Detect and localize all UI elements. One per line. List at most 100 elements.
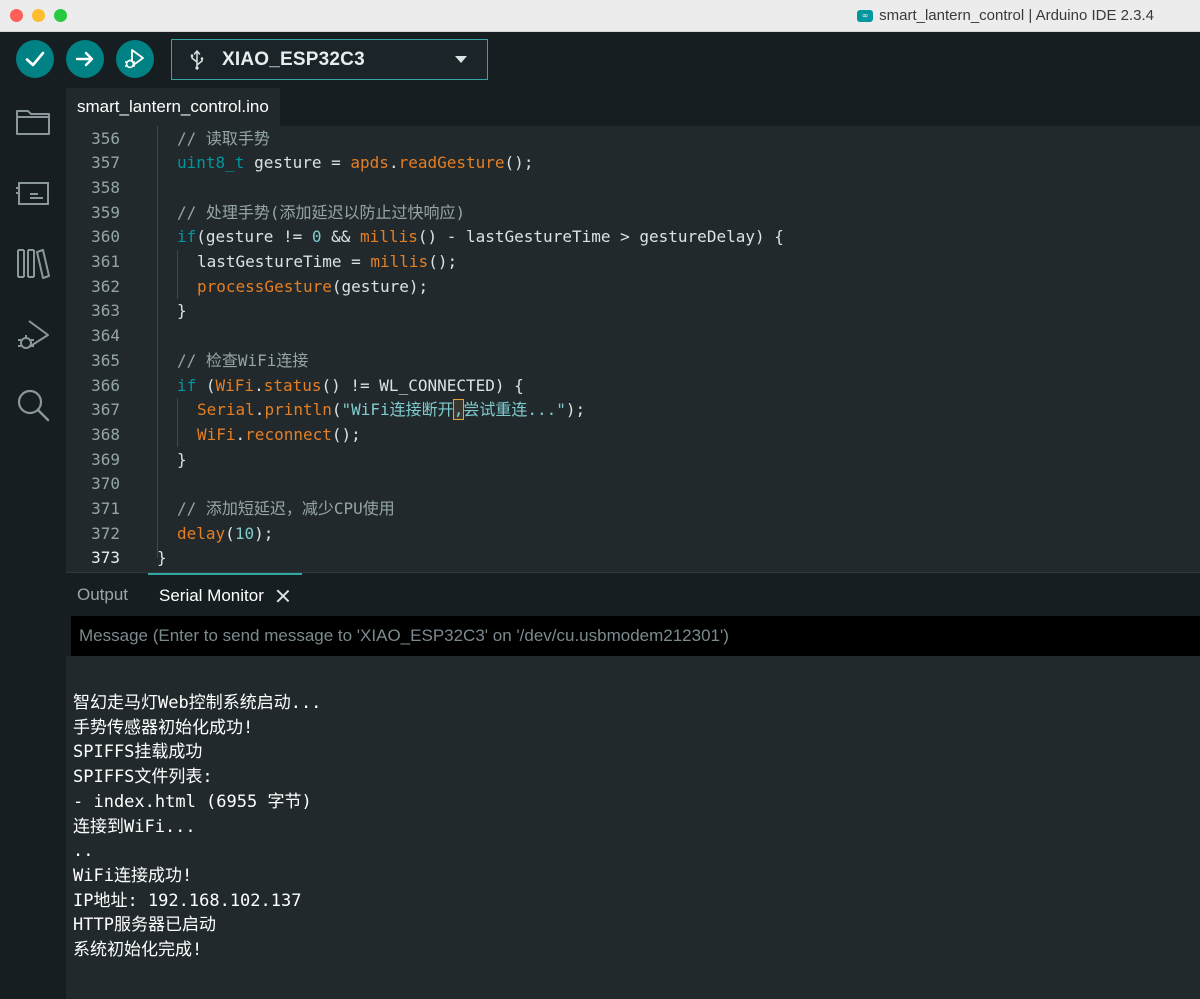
code-token: (); (504, 153, 534, 173)
code-line: 364 (66, 324, 1200, 349)
editor-tab-bar: smart_lantern_control.ino (66, 88, 1200, 126)
code-token: "WiFi连接断开 (341, 400, 454, 420)
code-token: && (321, 227, 361, 247)
code-text: } (157, 546, 167, 571)
code-token: . (235, 424, 246, 444)
code-line: 368 WiFi.reconnect(); (66, 423, 1200, 448)
code-token: readGesture (398, 153, 505, 173)
code-token: } (157, 548, 167, 568)
code-token: (gesture); (331, 276, 429, 296)
code-line: 370 (66, 472, 1200, 497)
serial-line: HTTP服务器已启动 (73, 915, 216, 936)
code-token: ( (196, 375, 216, 395)
code-token: processGesture (197, 276, 332, 296)
upload-button[interactable] (66, 40, 104, 78)
code-text: if(gesture != 0 && millis() - lastGestur… (177, 225, 784, 250)
serial-line: 系统初始化完成! (73, 940, 203, 960)
code-token: status (263, 375, 322, 395)
code-line: 372 delay(10); (66, 522, 1200, 547)
code-text: WiFi.reconnect(); (197, 423, 361, 448)
code-text: } (177, 448, 187, 473)
line-number: 368 (91, 424, 120, 444)
code-token: apds (350, 153, 389, 173)
folder-icon[interactable] (14, 102, 52, 140)
code-token: millis (370, 252, 429, 271)
line-number: 359 (91, 202, 120, 222)
line-number: 358 (91, 177, 120, 197)
window-title-text: smart_lantern_control | Arduino IDE 2.3.… (879, 7, 1154, 24)
line-number: 364 (91, 326, 120, 346)
code-token: reconnect (245, 424, 332, 444)
serial-line: WiFi连接成功! (73, 865, 193, 886)
tab-output[interactable]: Output (77, 573, 128, 617)
line-number: 357 (91, 153, 120, 173)
search-icon[interactable] (14, 386, 52, 424)
window-close-button[interactable] (10, 9, 23, 22)
line-number: 372 (91, 523, 120, 543)
code-token: WiFi (215, 375, 255, 395)
code-line: 357 uint8_t gesture = apds.readGesture(); (66, 151, 1200, 176)
line-number: 370 (91, 474, 120, 494)
code-token: ( (331, 400, 342, 420)
line-number: 365 (91, 350, 120, 370)
close-icon[interactable] (276, 589, 290, 603)
code-token: // 读取手势 (177, 128, 270, 148)
line-number: 367 (91, 400, 120, 420)
code-token: , (452, 399, 465, 421)
serial-line: 连接到WiFi... (73, 816, 196, 837)
code-text: if (WiFi.status() != WL_CONNECTED) { (177, 374, 524, 399)
code-token: // 检查WiFi连接 (177, 350, 309, 370)
code-text: delay(10); (177, 522, 273, 547)
line-number: 371 (91, 499, 120, 518)
code-token: 0 (311, 227, 322, 247)
checkmark-icon (25, 51, 45, 67)
library-icon[interactable] (14, 244, 52, 282)
line-number: 366 (91, 375, 120, 395)
activity-bar (0, 88, 66, 999)
code-line: 367 Serial.println("WiFi连接断开,尝试重连..."); (66, 398, 1200, 423)
debug-button[interactable] (116, 40, 154, 78)
debug-icon (125, 49, 144, 69)
code-line: 369} (66, 448, 1200, 473)
verify-button[interactable] (16, 40, 54, 78)
title-bar: ∞ smart_lantern_control | Arduino IDE 2.… (0, 0, 1200, 32)
code-token: . (254, 375, 264, 395)
file-tab[interactable]: smart_lantern_control.ino (66, 88, 280, 126)
code-token: if (177, 227, 197, 247)
code-editor[interactable]: 356 // 读取手势 357 uint8_t gesture = apds. read… (66, 126, 1200, 572)
code-text: // 添加短延迟，减少CPU使用 (177, 497, 395, 522)
toolbar: XIAO_ESP32C3 (0, 32, 1200, 88)
code-text: // 检查WiFi连接 (177, 349, 308, 374)
code-text: // 读取手势 (177, 127, 270, 152)
serial-line: SPIFFS挂载成功 (73, 742, 203, 763)
board-manager-icon[interactable] (14, 174, 52, 212)
code-token: (gesture != (196, 227, 312, 247)
code-text: processGesture(gesture); (197, 275, 428, 300)
code-token: ( (225, 523, 235, 543)
line-number: 360 (91, 227, 120, 247)
code-line: 358 (66, 176, 1200, 201)
debug-icon[interactable] (14, 316, 52, 354)
board-selector[interactable]: XIAO_ESP32C3 (171, 39, 488, 80)
serial-output: 智幻走马灯Web控制系统启动... 手势传感器初始化成功! SPIFFS挂载成功 SP… (66, 656, 1200, 999)
code-token: } (177, 301, 187, 321)
code-token: uint8_t (177, 153, 245, 173)
window-title: ∞ smart_lantern_control | Arduino IDE 2.… (857, 7, 1154, 24)
code-token: ); (565, 400, 586, 420)
line-number: 356 (91, 128, 120, 148)
serial-message-input[interactable] (71, 616, 1200, 656)
tab-serial-monitor-label: Serial Monitor (159, 586, 264, 605)
code-line: 359 // 处理手势(添加延迟以防止过快响应) (66, 201, 1200, 226)
window-minimize-button[interactable] (32, 9, 45, 22)
tab-serial-monitor[interactable]: Serial Monitor (148, 573, 302, 617)
code-token: gesture = (244, 153, 351, 173)
window-zoom-button[interactable] (54, 9, 67, 22)
code-line: 361 lastGestureTime = millis(); (66, 250, 1200, 275)
code-token: if (177, 375, 197, 395)
code-token: (); (428, 252, 458, 271)
line-number: 361 (91, 252, 120, 271)
code-token: 尝试重连..." (463, 400, 566, 420)
serial-line: .. (73, 841, 94, 862)
serial-line: 手势传感器初始化成功! (73, 717, 254, 738)
line-number: 363 (91, 301, 120, 321)
